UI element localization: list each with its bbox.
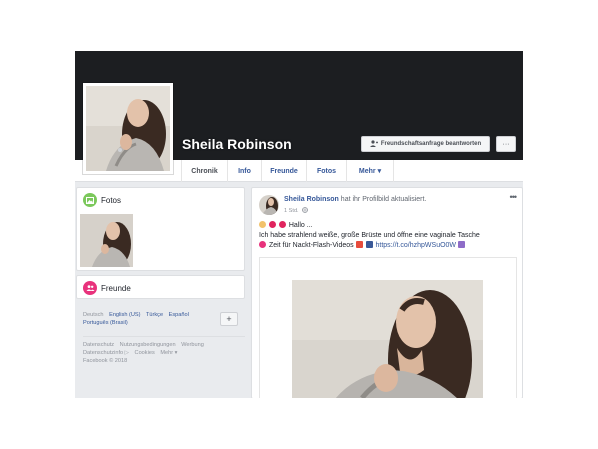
- footer-link[interactable]: Werbung: [181, 342, 204, 348]
- post-link[interactable]: https://t.co/hzhpWSuO0W: [376, 242, 457, 249]
- arrow-emoji-icon: [365, 241, 373, 248]
- post-text: Hallo ... Ich habe strahlend weiße, groß…: [259, 221, 521, 251]
- language-link[interactable]: Türkçe: [146, 312, 163, 318]
- feed-post: Sheila Robinson hat ihr Profilbild aktua…: [251, 187, 523, 398]
- footer-link[interactable]: Nutzungsbedingungen: [120, 342, 176, 348]
- post-header: Sheila Robinson hat ihr Profilbild aktua…: [284, 196, 426, 203]
- profile-name[interactable]: Sheila Robinson: [182, 136, 292, 152]
- post-line: Zeit für Nackt-Flash-Videos: [268, 242, 354, 249]
- photos-title[interactable]: Fotos: [101, 196, 121, 205]
- profile-more-button[interactable]: ···: [496, 136, 516, 152]
- profile-page: Sheila Robinson Freundschaftsanfrage bea…: [75, 51, 523, 398]
- kiss-emoji-icon: [259, 241, 266, 248]
- post-author-name[interactable]: Sheila Robinson: [284, 196, 339, 203]
- globe-icon: [301, 207, 308, 215]
- heart-emoji-icon: [268, 221, 276, 228]
- language-link[interactable]: English (US): [109, 312, 140, 318]
- tab-mehr[interactable]: Mehr ▾: [346, 160, 394, 182]
- friends-title[interactable]: Freunde: [101, 284, 131, 293]
- language-current: Deutsch: [83, 312, 104, 318]
- heart-emoji-icon: [278, 221, 286, 228]
- tab-freunde[interactable]: Freunde: [261, 160, 306, 182]
- post-line: Ich habe strahlend weiße, große Brüste u…: [259, 232, 480, 239]
- tab-chronik[interactable]: Chronik: [181, 160, 227, 182]
- add-language-button[interactable]: +: [220, 312, 238, 326]
- tab-info[interactable]: Info: [227, 160, 261, 182]
- add-friend-icon: [369, 139, 378, 149]
- friend-request-label: Freundschaftsanfrage beantworten: [380, 141, 482, 147]
- post-author-avatar[interactable]: [259, 195, 279, 215]
- footer-link[interactable]: Cookies: [135, 350, 155, 356]
- post-options-button[interactable]: •••: [510, 192, 518, 202]
- copyright: Facebook © 2018: [83, 358, 128, 364]
- footer-link[interactable]: Mehr ▾: [160, 350, 177, 356]
- divider: [83, 336, 245, 337]
- photo-thumbnail[interactable]: [80, 214, 133, 267]
- post-image-frame: [259, 257, 517, 398]
- post-action: hat ihr Profilbild aktualisiert.: [340, 196, 427, 203]
- footer-link[interactable]: Datenschutz: [83, 342, 114, 348]
- profile-picture[interactable]: [83, 83, 173, 174]
- post-meta: 1 Std.: [284, 207, 308, 215]
- language-link[interactable]: Español: [169, 312, 189, 318]
- friend-request-button[interactable]: Freundschaftsanfrage beantworten: [361, 136, 490, 152]
- post-photo[interactable]: [292, 280, 483, 398]
- footer-links: Datenschutz Nutzungsbedingungen Werbung …: [83, 341, 245, 365]
- symbol-emoji-icon: [457, 241, 465, 248]
- woman-emoji-icon: [259, 221, 266, 228]
- tab-fotos[interactable]: Fotos: [306, 160, 346, 182]
- post-time[interactable]: 1 Std.: [284, 208, 299, 214]
- photos-icon: [83, 193, 97, 207]
- hundred-emoji-icon: [355, 241, 363, 248]
- language-link[interactable]: Português (Brasil): [83, 320, 128, 326]
- friends-card: Freunde: [76, 275, 245, 299]
- friends-icon: [83, 281, 97, 295]
- footer-link[interactable]: Datenschutzinfo ▷: [83, 350, 129, 356]
- post-greeting: Hallo ...: [288, 222, 313, 229]
- photos-card: Fotos: [76, 187, 245, 271]
